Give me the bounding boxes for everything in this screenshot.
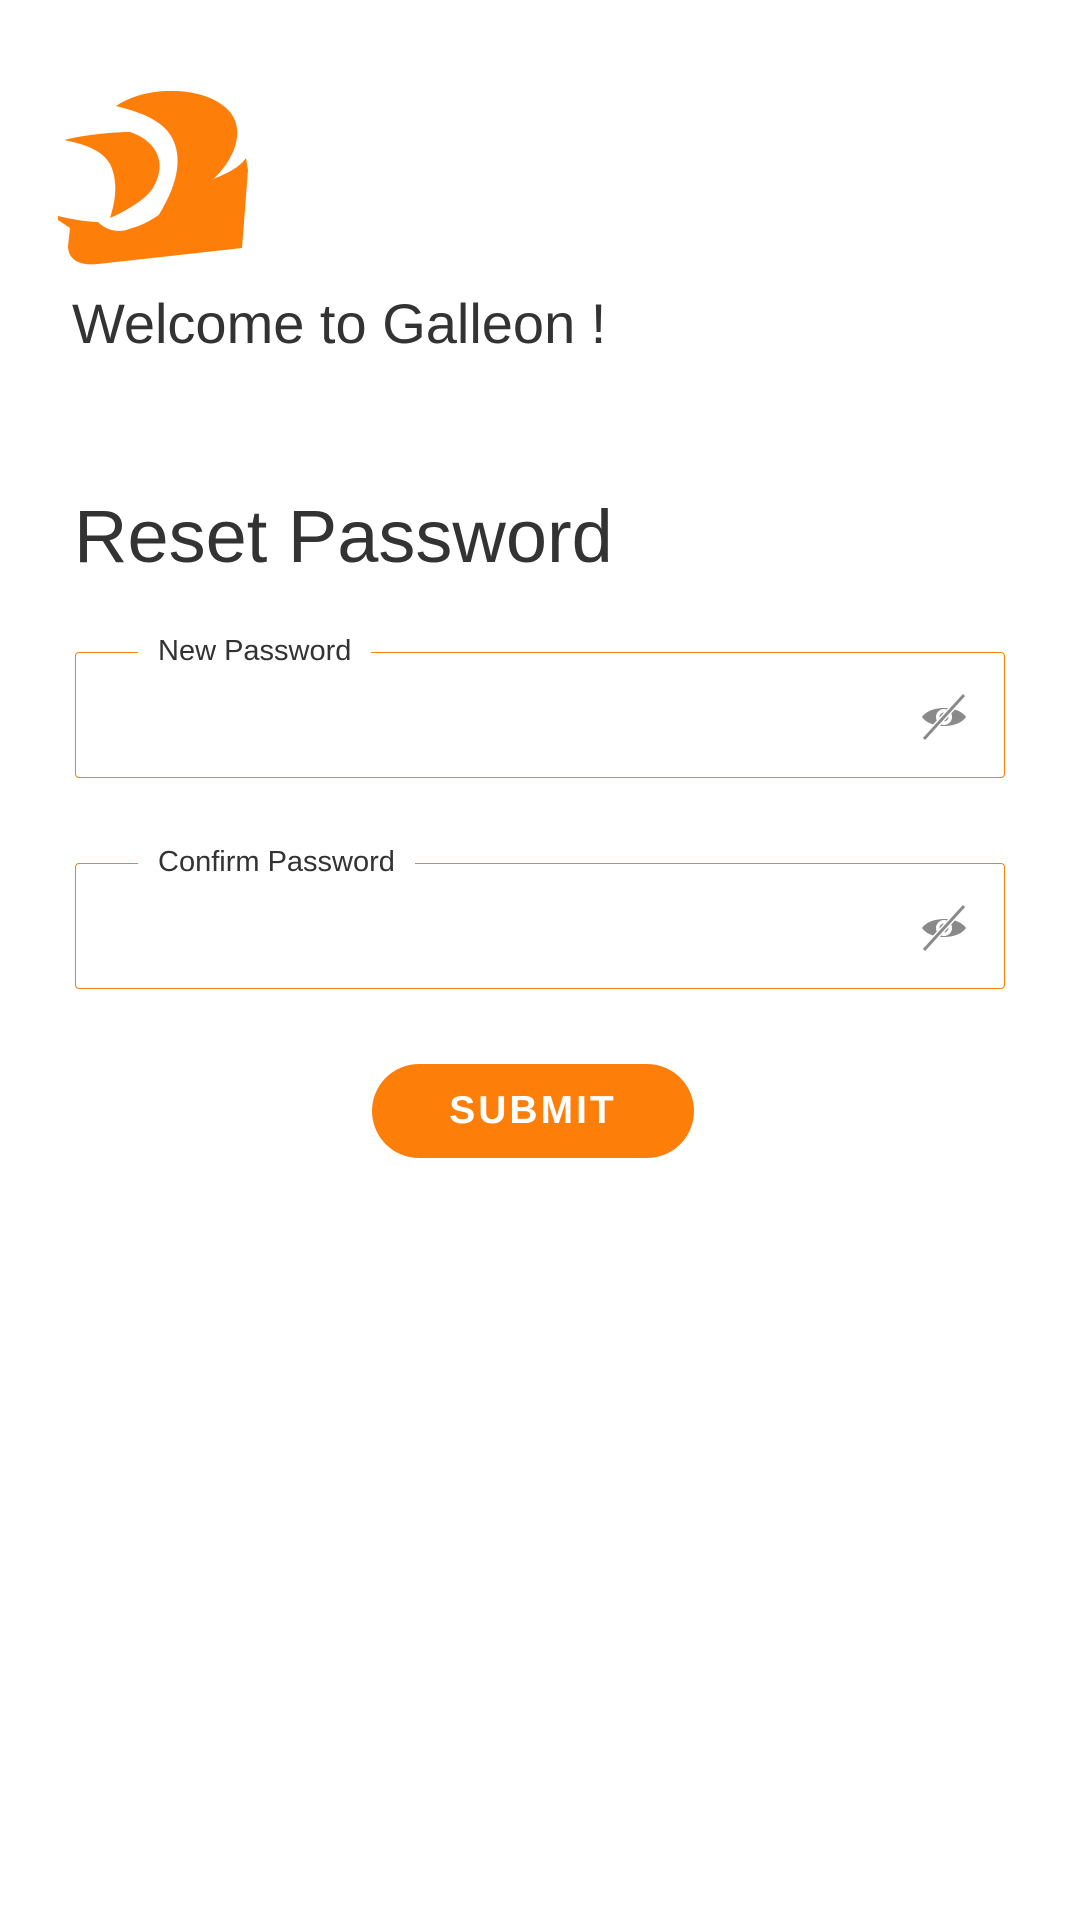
new-password-label: New Password — [138, 631, 372, 671]
eye-slash-icon — [921, 903, 967, 953]
new-password-field: New Password — [75, 631, 1005, 778]
page-title: Reset Password — [74, 495, 613, 578]
confirm-password-field: Confirm Password — [75, 842, 1005, 989]
confirm-password-label: Confirm Password — [138, 842, 415, 882]
eye-slash-icon — [921, 692, 967, 742]
new-password-input[interactable] — [96, 683, 880, 749]
confirm-password-visibility-toggle[interactable] — [918, 902, 970, 954]
galleon-logo-icon — [58, 90, 248, 265]
new-password-visibility-toggle[interactable] — [918, 691, 970, 743]
submit-button[interactable]: SUBMIT — [372, 1064, 694, 1158]
welcome-heading: Welcome to Galleon ! — [72, 292, 607, 355]
confirm-password-input[interactable] — [96, 894, 880, 960]
